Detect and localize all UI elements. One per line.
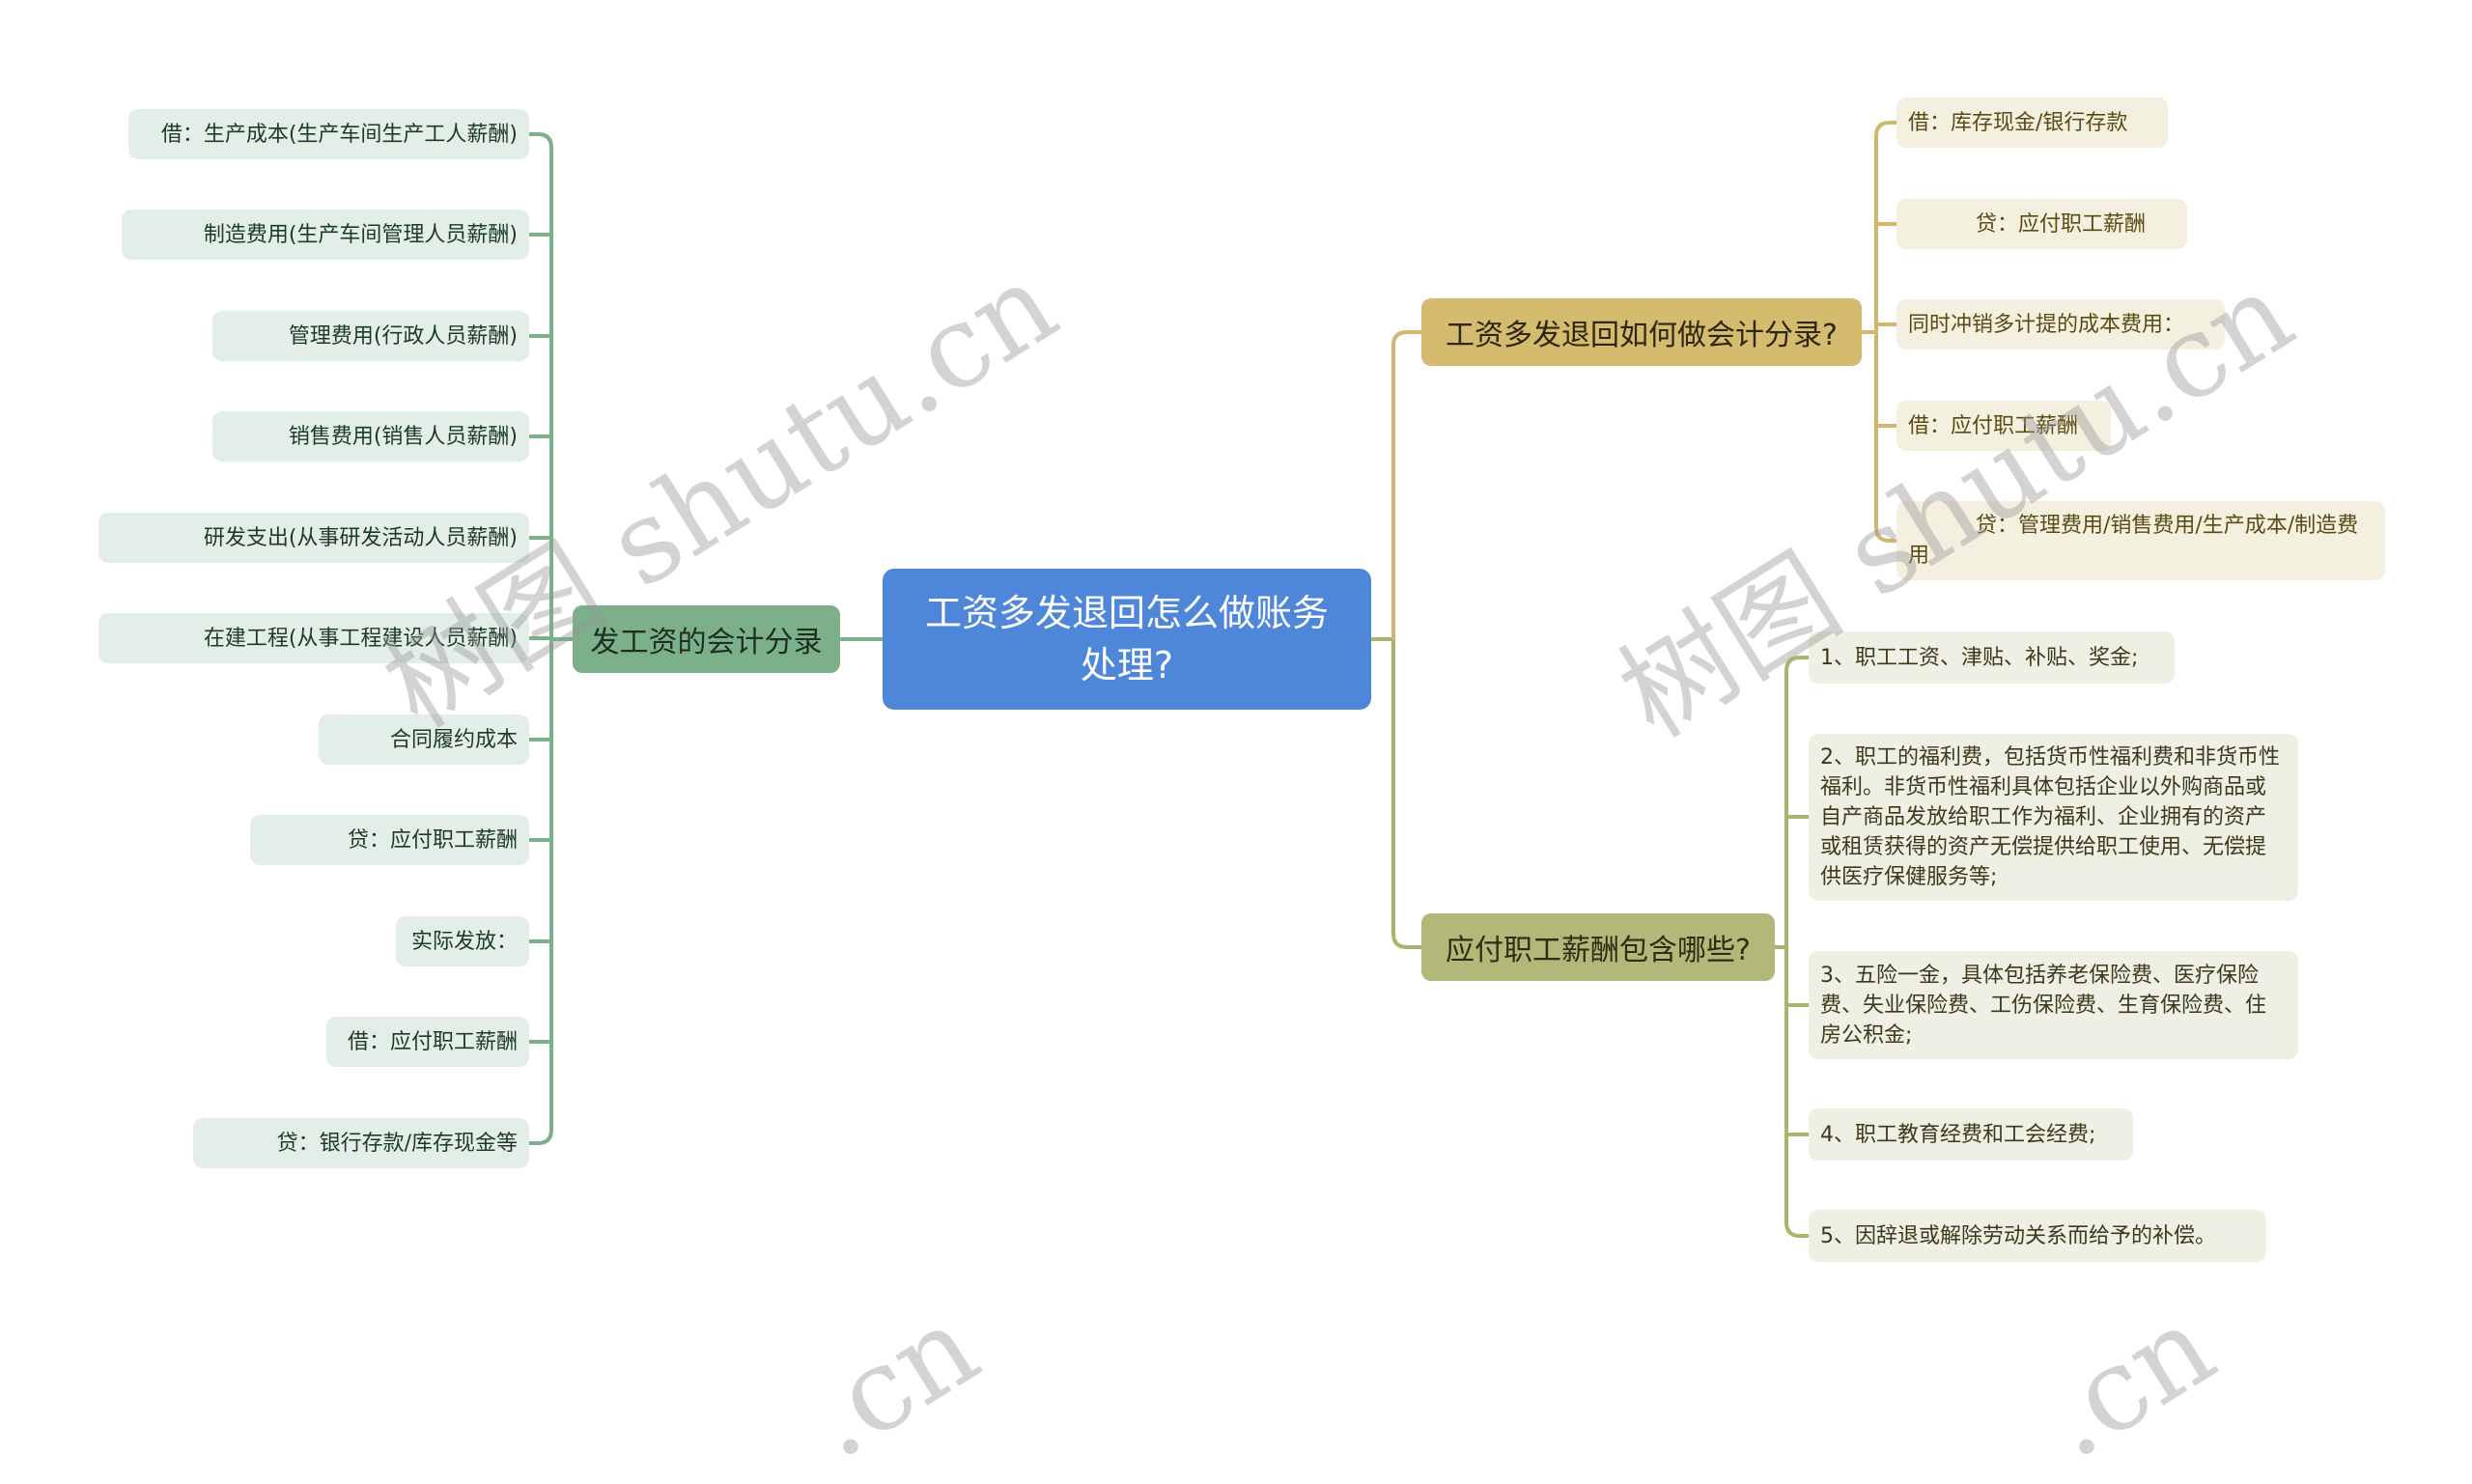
leaf-right-top-item[interactable]: 同时冲销多计提的成本费用： xyxy=(1896,299,2225,350)
leaf-right-bottom-item[interactable]: 1、职工工资、津贴、补贴、奖金; xyxy=(1809,631,2175,684)
leaf-text: 借：应付职工薪酬 xyxy=(347,1029,518,1054)
leaf-text: 4、职工教育经费和工会经费; xyxy=(1820,1122,2096,1147)
leaf-text: 5、因辞退或解除劳动关系而给予的补偿。 xyxy=(1820,1223,2216,1248)
leaf-left-item[interactable]: 销售费用(销售人员薪酬) xyxy=(212,411,529,462)
root-node[interactable]: 工资多发退回怎么做账务处理? xyxy=(883,569,1371,710)
leaf-right-top-item[interactable]: 借：库存现金/银行存款 xyxy=(1896,98,2168,148)
left-leaf-connector xyxy=(529,132,553,149)
leaf-text: 同时冲销多计提的成本费用： xyxy=(1908,312,2185,337)
leaf-right-bottom-item[interactable]: 2、职工的福利费，包括货币性福利费和非货币性福利。非货币性福利具体包括企业以外购… xyxy=(1809,734,2298,901)
leaf-text: 贷：银行存款/库存现金等 xyxy=(276,1131,518,1156)
mind-map-canvas: 工资多发退回怎么做账务处理? 发工资的会计分录 借：生产成本(生产车间生产工人薪… xyxy=(0,0,2472,1484)
leaf-text: 合同履约成本 xyxy=(389,727,518,752)
leaf-right-top-item[interactable]: 贷：应付职工薪酬 xyxy=(1896,199,2187,249)
leaf-text: 在建工程(从事工程建设人员薪酬) xyxy=(203,626,518,651)
leaf-left-item[interactable]: 实际发放： xyxy=(396,916,529,966)
leaf-left-item[interactable]: 借：生产成本(生产车间生产工人薪酬) xyxy=(128,109,529,159)
leaf-left-item[interactable]: 借：应付职工薪酬 xyxy=(326,1017,529,1067)
leaf-text: 贷：应付职工薪酬 xyxy=(347,827,518,853)
leaf-left-item[interactable]: 贷：银行存款/库存现金等 xyxy=(193,1118,529,1168)
left-leaf-connector xyxy=(529,1129,553,1145)
right-top-leaf-connector xyxy=(1874,526,1896,543)
leaf-text: 借：生产成本(生产车间生产工人薪酬) xyxy=(160,122,518,147)
leaf-text: 贷：应付职工薪酬 xyxy=(1908,211,2146,237)
branch-title: 工资多发退回如何做会计分录? xyxy=(1446,319,1838,352)
branch-title: 应付职工薪酬包含哪些? xyxy=(1446,934,1751,967)
right-top-branch-connector xyxy=(1391,330,1421,639)
branch-payable-compensation[interactable]: 应付职工薪酬包含哪些? xyxy=(1421,913,1775,981)
leaf-text: 研发支出(从事研发活动人员薪酬) xyxy=(203,525,518,550)
leaf-left-item[interactable]: 制造费用(生产车间管理人员薪酬) xyxy=(122,210,529,260)
leaf-right-top-item[interactable]: 贷：管理费用/销售费用/生产成本/制造费用 xyxy=(1896,501,2385,580)
branch-payroll-entries[interactable]: 发工资的会计分录 xyxy=(573,605,840,673)
leaf-text: 借：库存现金/银行存款 xyxy=(1908,110,2128,135)
leaf-right-bottom-item[interactable]: 5、因辞退或解除劳动关系而给予的补偿。 xyxy=(1809,1210,2266,1262)
leaf-text: 借：应付职工薪酬 xyxy=(1908,413,2079,438)
branch-overpayment-entries[interactable]: 工资多发退回如何做会计分录? xyxy=(1421,298,1862,366)
right-bottom-leaf-connector xyxy=(1784,656,1809,672)
leaf-text: 制造费用(生产车间管理人员薪酬) xyxy=(203,222,518,247)
leaf-text: 2、职工的福利费，包括货币性福利费和非货币性福利。非货币性福利具体包括企业以外购… xyxy=(1820,745,2280,889)
right-bottom-leaf-connector xyxy=(1784,1221,1809,1238)
leaf-left-item[interactable]: 在建工程(从事工程建设人员薪酬) xyxy=(98,613,529,663)
leaf-right-bottom-item[interactable]: 3、五险一金，具体包括养老保险费、医疗保险费、失业保险费、工伤保险费、生育保险费… xyxy=(1809,951,2298,1059)
leaf-right-top-item[interactable]: 借：应付职工薪酬 xyxy=(1896,401,2111,451)
leaf-text: 销售费用(销售人员薪酬) xyxy=(288,424,518,449)
right-bottom-branch-connector xyxy=(1391,639,1421,949)
leaf-left-item[interactable]: 管理费用(行政人员薪酬) xyxy=(212,311,529,361)
leaf-text: 管理费用(行政人员薪酬) xyxy=(288,323,518,349)
leaf-left-item[interactable]: 贷：应付职工薪酬 xyxy=(250,815,529,865)
leaf-right-bottom-item[interactable]: 4、职工教育经费和工会经费; xyxy=(1809,1108,2133,1161)
leaf-left-item[interactable]: 合同履约成本 xyxy=(319,714,529,765)
leaf-text: 贷：管理费用/销售费用/生产成本/制造费用 xyxy=(1908,514,2359,568)
leaf-text: 3、五险一金，具体包括养老保险费、医疗保险费、失业保险费、工伤保险费、生育保险费… xyxy=(1820,963,2267,1048)
leaf-text: 实际发放： xyxy=(410,929,518,954)
leaf-text: 1、职工工资、津贴、补贴、奖金; xyxy=(1820,645,2139,670)
leaf-left-item[interactable]: 研发支出(从事研发活动人员薪酬) xyxy=(98,513,529,563)
right-top-leaf-connector xyxy=(1874,121,1896,137)
root-title: 工资多发退回怎么做账务处理? xyxy=(924,592,1329,686)
branch-title: 发工资的会计分录 xyxy=(590,626,823,659)
